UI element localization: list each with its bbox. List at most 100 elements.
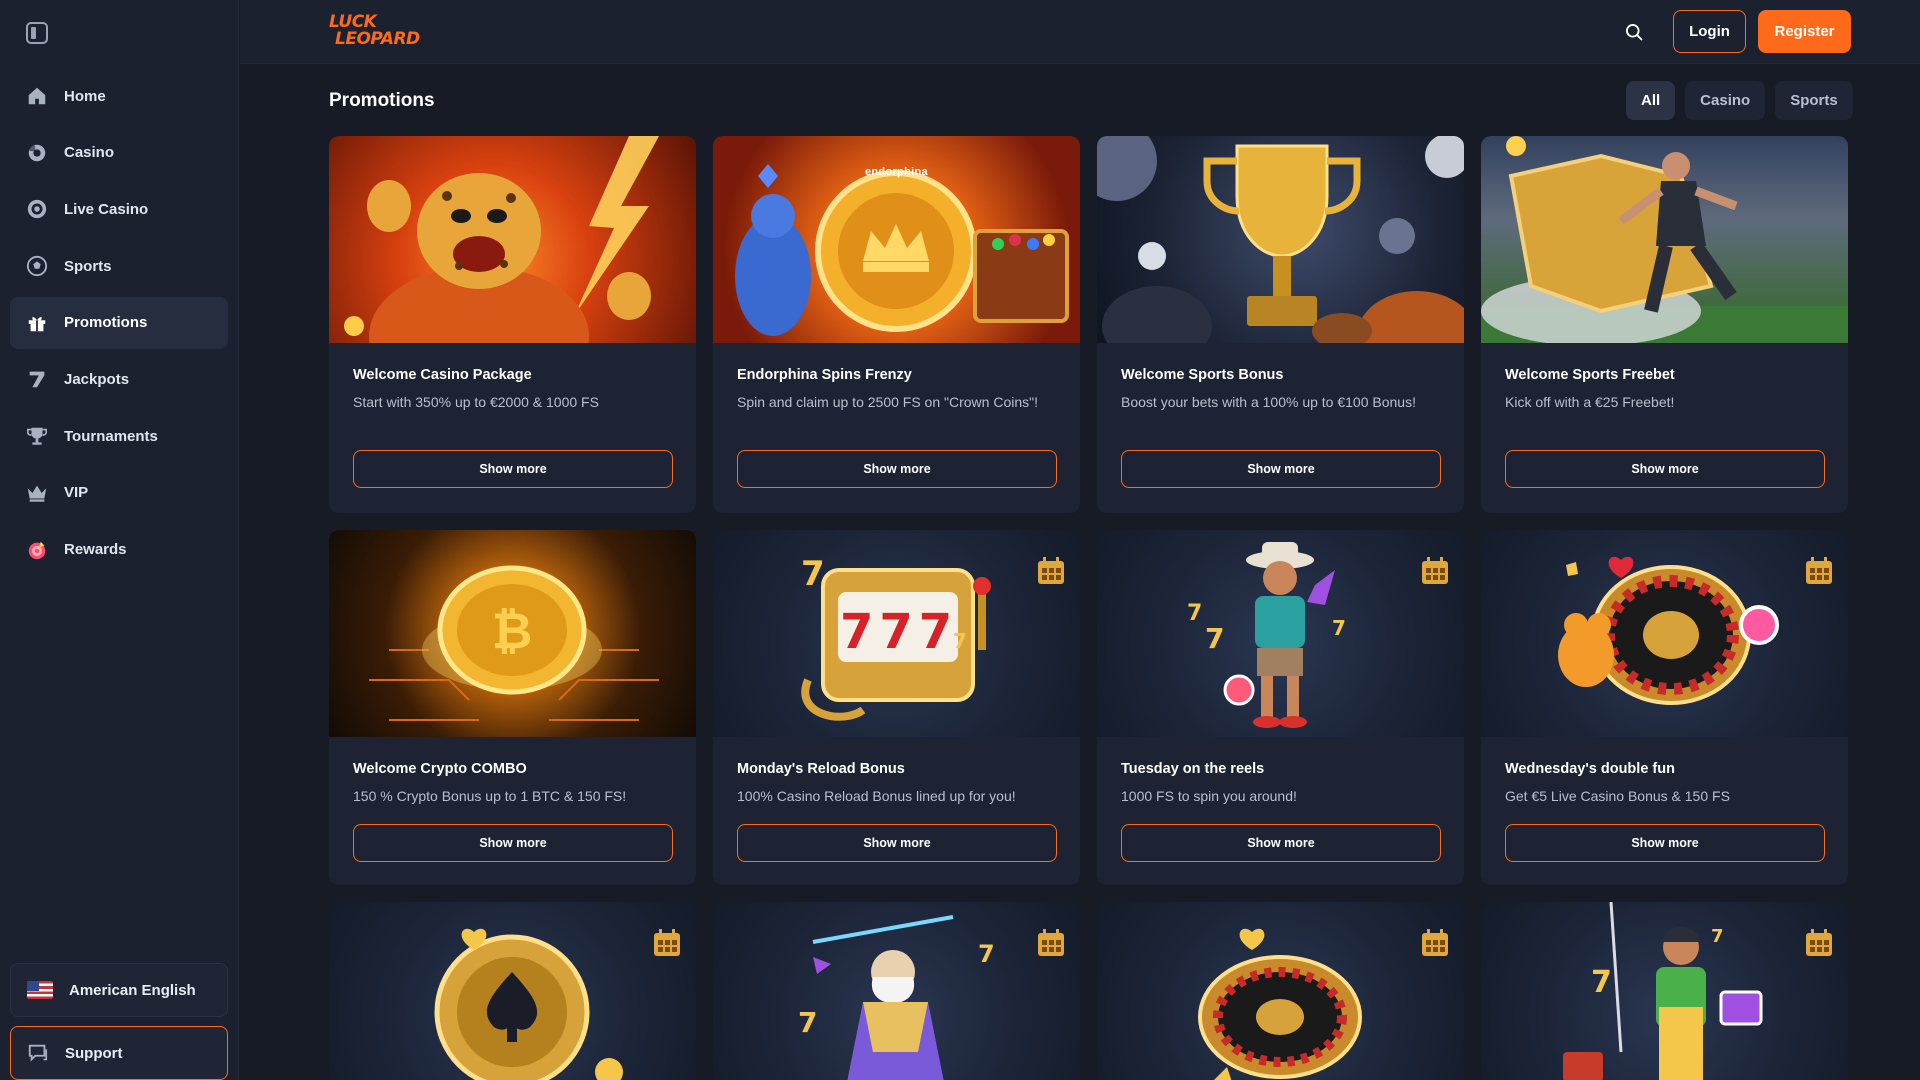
register-button[interactable]: Register	[1758, 10, 1851, 53]
svg-text:₿: ₿	[492, 602, 533, 660]
promo-image-roulette	[1481, 530, 1848, 737]
filter-casino[interactable]: Casino	[1685, 81, 1766, 120]
promo-card-welcome-casino[interactable]: Welcome Casino Package Start with 350% u…	[329, 136, 696, 513]
sidebar-item-tournaments[interactable]: Tournaments	[10, 410, 228, 462]
calendar-icon	[1422, 929, 1448, 956]
promo-card-fisherman[interactable]: 7 7	[1481, 902, 1848, 1080]
show-more-button[interactable]: Show more	[737, 450, 1057, 488]
promo-title: Welcome Casino Package	[353, 367, 532, 383]
sidebar-item-sports[interactable]: Sports	[10, 240, 228, 292]
promo-image-poker-chip	[329, 902, 696, 1080]
sidebar-item-rewards[interactable]: Rewards	[10, 524, 228, 576]
promotions-grid: Welcome Casino Package Start with 350% u…	[329, 136, 1850, 1080]
sidebar-item-jackpots[interactable]: Jackpots	[10, 353, 228, 405]
promo-card-tuesday-reels[interactable]: 7 7 7 Tuesday on the reels 1000 FS to sp…	[1097, 530, 1464, 885]
promo-card-crypto-combo[interactable]: ₿ Welcome Crypto COMBO 150 % Crypto Bonu…	[329, 530, 696, 885]
promo-title: Welcome Sports Freebet	[1505, 367, 1675, 383]
us-flag-icon	[27, 981, 53, 999]
sidebar-item-label: Jackpots	[64, 370, 130, 388]
promo-card-welcome-sports[interactable]: Welcome Sports Bonus Boost your bets wit…	[1097, 136, 1464, 513]
login-button[interactable]: Login	[1673, 10, 1746, 53]
calendar-icon	[1806, 557, 1832, 584]
promo-card-sports-freebet[interactable]: Welcome Sports Freebet Kick off with a €…	[1481, 136, 1848, 513]
promo-image-fisherman: 7 7	[1481, 902, 1848, 1080]
show-more-button[interactable]: Show more	[737, 824, 1057, 862]
live-casino-icon	[26, 198, 48, 220]
sidebar-item-label: Promotions	[64, 314, 148, 332]
sidebar-item-label: Rewards	[64, 541, 127, 558]
brand-logo[interactable]: Luck Leopard	[329, 14, 423, 52]
promo-title: Endorphina Spins Frenzy	[737, 367, 912, 383]
promo-description: Spin and claim up to 2500 FS on "Crown C…	[737, 394, 1038, 410]
promo-card-poker-chip[interactable]	[329, 902, 696, 1080]
sidebar-item-label: Casino	[64, 144, 115, 162]
promo-description: Get €5 Live Casino Bonus & 150 FS	[1505, 788, 1730, 804]
svg-text:7: 7	[1332, 616, 1346, 640]
show-more-button[interactable]: Show more	[1121, 824, 1441, 862]
promo-image-trophy	[1097, 136, 1464, 343]
svg-text:7: 7	[978, 940, 995, 968]
calendar-icon	[1806, 929, 1832, 956]
promo-description: 100% Casino Reload Bonus lined up for yo…	[737, 788, 1016, 804]
promo-description: Boost your bets with a 100% up to €100 B…	[1121, 394, 1416, 410]
promo-image-crown-coins: endorphina	[713, 136, 1080, 343]
top-header: Luck Leopard Login Register	[240, 0, 1920, 64]
language-selector[interactable]: American English	[10, 963, 228, 1017]
sidebar-item-promotions[interactable]: Promotions	[10, 296, 228, 349]
svg-text:7: 7	[1205, 622, 1224, 655]
sidebar-item-label: Tournaments	[64, 427, 158, 445]
home-icon	[26, 85, 48, 107]
promo-card-roulette-wheel[interactable]	[1097, 902, 1464, 1080]
show-more-button[interactable]: Show more	[353, 824, 673, 862]
crown-icon	[26, 482, 48, 504]
promo-image-zeus: 7 7	[713, 902, 1080, 1080]
sidebar-nav: Home Casino Live Casino Sports Promotion…	[10, 70, 228, 580]
promo-image-leopard	[329, 136, 696, 343]
promo-image-footballer	[1481, 136, 1848, 343]
support-button[interactable]: Support	[10, 1026, 228, 1080]
logo-line-2: Leopard	[335, 29, 420, 49]
promo-image-bitcoin: ₿	[329, 530, 696, 737]
show-more-button[interactable]: Show more	[1505, 450, 1825, 488]
show-more-button[interactable]: Show more	[353, 450, 673, 488]
promo-description: Start with 350% up to €2000 & 1000 FS	[353, 394, 599, 410]
sidebar-toggle-icon[interactable]	[26, 22, 48, 44]
show-more-button[interactable]: Show more	[1505, 824, 1825, 862]
soccer-ball-icon	[26, 255, 48, 277]
promotion-filters: All Casino Sports	[1626, 81, 1853, 120]
sidebar-item-label: Live Casino	[64, 200, 149, 218]
calendar-icon	[1422, 557, 1448, 584]
filter-all[interactable]: All	[1626, 81, 1676, 120]
sidebar-item-casino[interactable]: Casino	[10, 127, 228, 179]
svg-text:7: 7	[1591, 965, 1612, 1000]
filter-sports[interactable]: Sports	[1775, 81, 1853, 120]
svg-text:7: 7	[801, 554, 825, 594]
promo-description: Kick off with a €25 Freebet!	[1505, 394, 1675, 410]
promo-card-endorphina[interactable]: endorphina Endorphina Spins Frenzy Spin …	[713, 136, 1080, 513]
promo-card-zeus[interactable]: 7 7	[713, 902, 1080, 1080]
sidebar-item-home[interactable]: Home	[10, 70, 228, 122]
promo-image-cowboy: 7 7 7	[1097, 530, 1464, 737]
promo-card-wednesday-fun[interactable]: Wednesday's double fun Get €5 Live Casin…	[1481, 530, 1848, 885]
show-more-button[interactable]: Show more	[1121, 450, 1441, 488]
svg-text:7: 7	[798, 1006, 817, 1039]
promo-card-monday-reload[interactable]: 7 7 777 Monday's Reload Bonus 100% Casin…	[713, 530, 1080, 885]
seven-icon	[26, 368, 48, 390]
endorphina-brand-label: endorphina	[865, 166, 928, 178]
promo-title: Welcome Crypto COMBO	[353, 761, 527, 777]
promo-description: 150 % Crypto Bonus up to 1 BTC & 150 FS!	[353, 788, 627, 804]
promo-title: Welcome Sports Bonus	[1121, 367, 1284, 383]
support-label: Support	[65, 1044, 123, 1062]
promo-title: Wednesday's double fun	[1505, 761, 1675, 777]
page-title: Promotions	[329, 90, 435, 111]
sidebar: Home Casino Live Casino Sports Promotion…	[0, 0, 239, 1080]
sidebar-item-vip[interactable]: VIP	[10, 467, 228, 519]
promo-description: 1000 FS to spin you around!	[1121, 788, 1297, 804]
promo-title: Tuesday on the reels	[1121, 761, 1265, 777]
sidebar-item-label: Home	[64, 87, 106, 105]
promo-image-slot-machine: 7 7 777	[713, 530, 1080, 737]
calendar-icon	[654, 929, 680, 956]
sidebar-item-label: Sports	[64, 257, 112, 275]
search-button[interactable]	[1616, 14, 1652, 50]
sidebar-item-live-casino[interactable]: Live Casino	[10, 183, 228, 235]
